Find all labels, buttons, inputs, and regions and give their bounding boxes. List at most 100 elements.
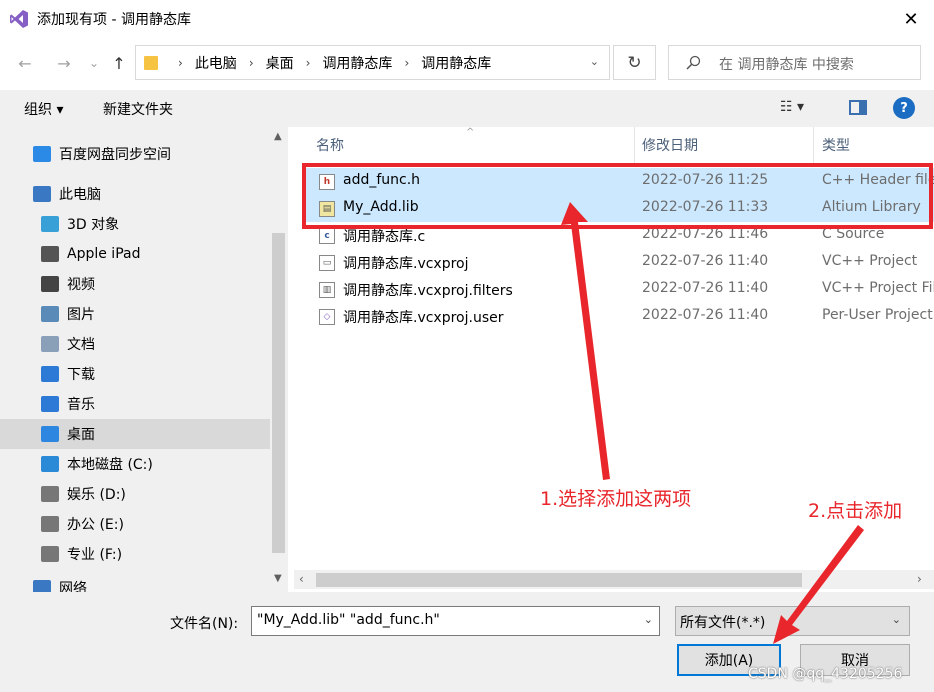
sidebar-item[interactable]: Apple iPad — [0, 239, 270, 269]
refresh-icon: ↻ — [627, 52, 642, 73]
navigation-pane: 百度网盘同步空间此电脑 3D 对象 Apple iPad 视频图片文档下载音乐桌面本地… — [0, 127, 270, 592]
tablet-icon — [41, 246, 59, 262]
filename-field[interactable]: "My_Add.lib" "add_func.h" ⌄ — [251, 606, 660, 636]
file-type: Per-User Project — [822, 307, 933, 323]
highlight-box — [302, 163, 933, 229]
breadcrumb-item[interactable]: 调用静态库 — [322, 53, 392, 73]
sidebar-item[interactable]: 下载 — [0, 359, 270, 389]
command-toolbar: 组织 ▾ 新建文件夹 ☷ ▾ ? — [0, 90, 934, 127]
sidebar-item-label: 此电脑 — [59, 187, 101, 203]
column-header-name[interactable]: 名称 — [316, 127, 344, 163]
sidebar-item-label: Apple iPad — [67, 246, 141, 262]
chevron-down-icon: ⌄ — [891, 613, 901, 626]
video-icon — [41, 276, 59, 292]
sidebar-item[interactable]: 办公 (E:) — [0, 509, 270, 539]
sidebar-item[interactable]: 娱乐 (D:) — [0, 479, 270, 509]
sidebar-item-label: 图片 — [67, 307, 95, 323]
scroll-right-icon[interactable]: › — [917, 572, 922, 586]
column-divider[interactable] — [813, 127, 814, 163]
sidebar-item[interactable]: 桌面 — [0, 419, 270, 449]
c-file-icon: c — [319, 228, 335, 244]
sidebar-item[interactable]: 此电脑 — [0, 179, 270, 209]
filename-value[interactable]: "My_Add.lib" "add_func.h" — [257, 612, 440, 628]
file-date: 2022-07-26 11:40 — [642, 307, 769, 323]
column-header-date[interactable]: 修改日期 — [642, 127, 698, 163]
chevron-down-icon[interactable]: ⌄ — [590, 55, 599, 68]
sidebar-item-label: 桌面 — [67, 427, 95, 443]
column-divider[interactable] — [634, 127, 635, 163]
network-icon — [33, 580, 51, 592]
file-name: 调用静态库.vcxproj.filters — [343, 283, 513, 299]
sidebar-item[interactable]: 文档 — [0, 329, 270, 359]
sidebar-item-label: 娱乐 (D:) — [67, 487, 126, 503]
sidebar-item[interactable]: 音乐 — [0, 389, 270, 419]
back-button[interactable]: ← — [14, 52, 36, 74]
close-button[interactable]: ✕ — [888, 0, 934, 38]
scroll-down-icon[interactable]: ▼ — [274, 573, 282, 584]
sidebar-item[interactable]: 图片 — [0, 299, 270, 329]
filetype-value: 所有文件(*.*) — [680, 615, 766, 631]
address-bar[interactable]: › 此电脑 › 桌面 › 调用静态库 › 调用静态库 ⌄ — [135, 45, 610, 80]
chevron-down-icon[interactable]: ⌄ — [644, 613, 653, 626]
help-button[interactable]: ? — [893, 97, 915, 119]
sidebar-item[interactable]: 视频 — [0, 269, 270, 299]
scroll-left-icon[interactable]: ‹ — [299, 572, 304, 586]
file-name: 调用静态库.vcxproj — [343, 256, 469, 272]
drive-icon — [41, 516, 59, 532]
refresh-button[interactable]: ↻ — [613, 45, 656, 80]
visual-studio-icon — [10, 10, 28, 28]
search-placeholder: 在 调用静态库 中搜索 — [719, 57, 854, 73]
up-button[interactable]: ↑ — [108, 52, 130, 74]
file-row[interactable]: ◇ 调用静态库.vcxproj.user 2022-07-26 11:40 Per-U… — [304, 303, 934, 330]
column-header-type[interactable]: 类型 — [822, 127, 850, 163]
search-input[interactable]: 在 调用静态库 中搜索 — [668, 45, 921, 80]
music-icon — [41, 396, 59, 412]
file-name: 调用静态库.vcxproj.user — [343, 310, 504, 326]
sidebar-item[interactable]: 网络 — [0, 573, 270, 592]
drive-icon — [41, 486, 59, 502]
windows-drive-icon — [41, 456, 59, 472]
file-row[interactable]: ▥ 调用静态库.vcxproj.filters 2022-07-26 11:40 VC… — [304, 276, 934, 303]
file-list-horizontal-scrollbar[interactable]: ‹ › — [294, 570, 934, 589]
annotation-step1: 1.选择添加这两项 — [540, 488, 692, 510]
close-icon: ✕ — [903, 8, 919, 30]
file-date: 2022-07-26 11:40 — [642, 280, 769, 296]
sidebar-item-label: 文档 — [67, 337, 95, 353]
desktop-icon — [41, 426, 59, 442]
breadcrumb-item[interactable]: 调用静态库 — [421, 53, 491, 73]
file-name: 调用静态库.c — [343, 229, 426, 245]
sidebar-item[interactable]: 3D 对象 — [0, 209, 270, 239]
folder-icon — [144, 56, 158, 70]
breadcrumb-item[interactable]: 此电脑 — [195, 53, 237, 73]
file-row[interactable]: ▭ 调用静态库.vcxproj 2022-07-26 11:40 VC++ Proje… — [304, 249, 934, 276]
sidebar-item-label: 专业 (F:) — [67, 547, 123, 563]
recent-locations-button[interactable]: ⌄ — [87, 52, 101, 74]
scrollbar-thumb[interactable] — [316, 573, 802, 587]
scrollbar-thumb[interactable] — [272, 233, 285, 553]
sidebar-item[interactable]: 本地磁盘 (C:) — [0, 449, 270, 479]
sort-ascending-icon: ^ — [466, 127, 475, 138]
filters-file-icon: ▥ — [319, 282, 335, 298]
filetype-select[interactable]: 所有文件(*.*) ⌄ — [675, 606, 910, 636]
breadcrumb-item[interactable]: 桌面 — [266, 53, 294, 73]
new-folder-button[interactable]: 新建文件夹 — [103, 99, 173, 119]
sidebar-item[interactable]: 百度网盘同步空间 — [0, 139, 270, 169]
filename-label: 文件名(N): — [170, 616, 239, 632]
sidebar-item-label: 下载 — [67, 367, 95, 383]
organize-menu-button[interactable]: 组织 ▾ — [24, 99, 63, 119]
file-type: VC++ Project — [822, 253, 918, 269]
scroll-up-icon[interactable]: ▲ — [274, 131, 282, 142]
file-type: VC++ Project Filters — [822, 280, 934, 296]
cube-icon — [41, 216, 59, 232]
view-options-button[interactable]: ☷ ▾ — [780, 99, 804, 115]
navigation-pane-scrollbar[interactable]: ▲ ▼ — [270, 127, 288, 592]
picture-icon — [41, 306, 59, 322]
sidebar-item[interactable]: 专业 (F:) — [0, 539, 270, 569]
breadcrumb: › 此电脑 › 桌面 › 调用静态库 › 调用静态库 — [166, 46, 491, 79]
breadcrumb-separator: › — [404, 55, 410, 70]
forward-button[interactable]: → — [53, 52, 75, 74]
sidebar-item-label: 3D 对象 — [67, 217, 120, 233]
user-file-icon: ◇ — [319, 309, 335, 325]
download-icon — [41, 366, 59, 382]
preview-pane-icon[interactable] — [849, 100, 867, 115]
